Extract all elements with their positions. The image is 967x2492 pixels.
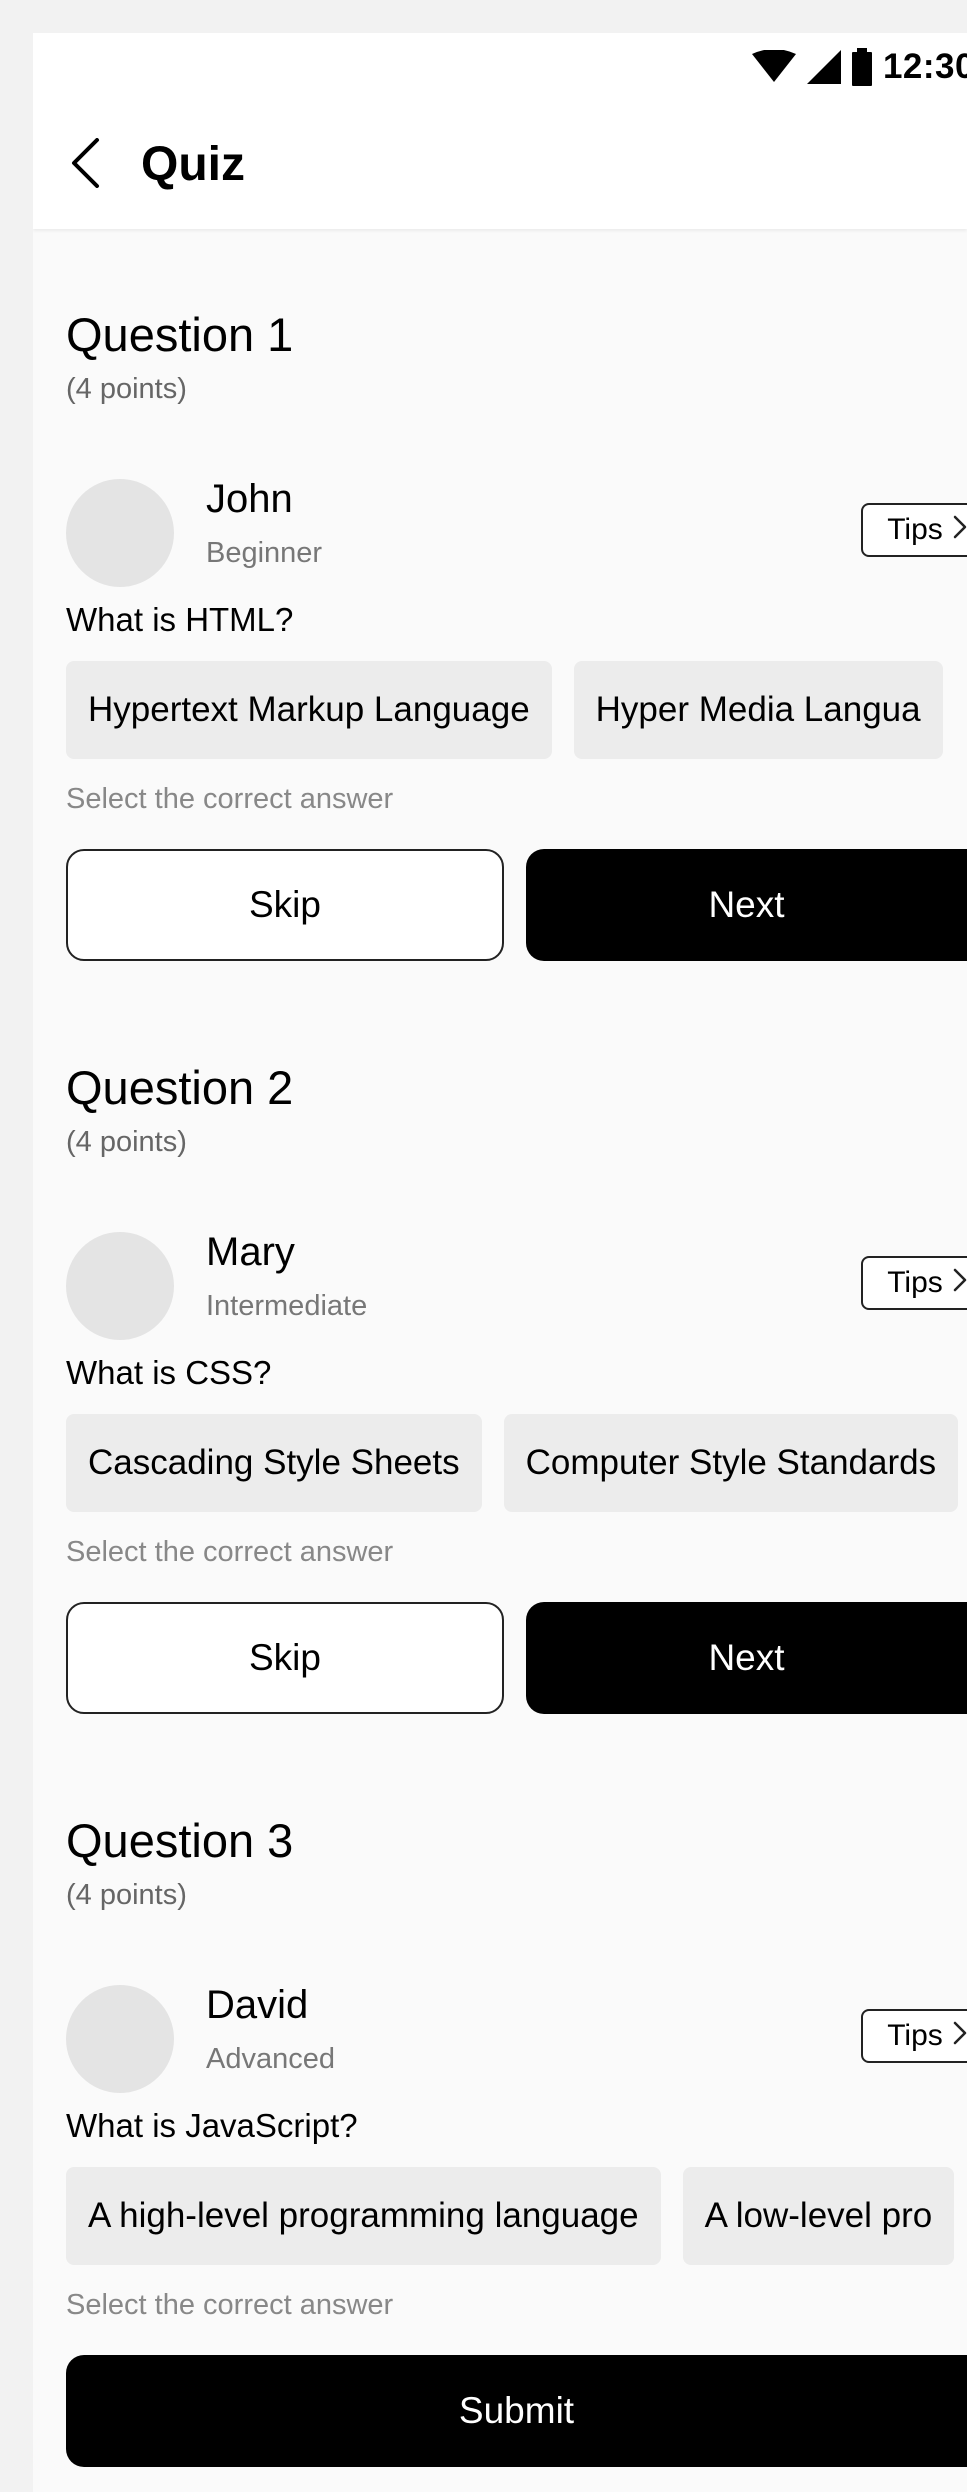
submit-button[interactable]: Submit xyxy=(66,2355,967,2467)
question-points: (4 points) xyxy=(66,1126,187,1158)
status-bar: 12:30 xyxy=(751,43,967,91)
answer-hint: Select the correct answer xyxy=(66,1536,394,1568)
chevron-left-icon xyxy=(70,137,100,193)
question-title: Question 2 xyxy=(66,1061,294,1114)
avatar xyxy=(66,1232,174,1340)
user-level: Advanced xyxy=(206,2043,335,2075)
skip-button[interactable]: Skip xyxy=(66,849,504,961)
signal-icon xyxy=(806,50,841,84)
tips-button[interactable]: Tips xyxy=(861,503,967,557)
tips-label: Tips xyxy=(887,513,943,546)
answer-hint: Select the correct answer xyxy=(66,783,394,815)
question-text: What is JavaScript? xyxy=(66,2107,358,2144)
question-text: What is HTML? xyxy=(66,601,294,638)
back-button[interactable] xyxy=(65,133,105,197)
wifi-icon xyxy=(751,50,797,84)
user-level: Intermediate xyxy=(206,1290,368,1322)
answer-options: Hypertext Markup Language Hyper Media La… xyxy=(66,661,943,759)
question-points: (4 points) xyxy=(66,373,187,405)
answer-option[interactable]: A high-level programming language xyxy=(66,2167,661,2265)
avatar xyxy=(66,479,174,587)
answer-options: Cascading Style Sheets Computer Style St… xyxy=(66,1414,959,1512)
user-name: John xyxy=(206,477,293,521)
user-name: Mary xyxy=(206,1230,295,1274)
question-points: (4 points) xyxy=(66,1879,187,1911)
user-name: David xyxy=(206,1983,309,2027)
answer-hint: Select the correct answer xyxy=(66,2289,394,2321)
answer-option[interactable]: Computer Style Standards xyxy=(503,1414,959,1512)
answer-option[interactable]: A low-level pro xyxy=(682,2167,955,2265)
tips-button[interactable]: Tips xyxy=(861,1256,967,1310)
skip-button[interactable]: Skip xyxy=(66,1602,504,1714)
page-title: Quiz xyxy=(141,138,245,191)
tips-button[interactable]: Tips xyxy=(861,2009,967,2063)
answer-options: A high-level programming language A low-… xyxy=(66,2167,955,2265)
answer-option[interactable]: Cascading Style Sheets xyxy=(66,1414,482,1512)
answer-option[interactable]: Hypertext Markup Language xyxy=(66,661,552,759)
question-title: Question 1 xyxy=(66,308,294,361)
tips-label: Tips xyxy=(887,2019,943,2052)
battery-icon xyxy=(851,48,873,86)
user-level: Beginner xyxy=(206,537,323,569)
chevron-right-icon xyxy=(953,2019,967,2053)
answer-option[interactable]: Hyper Media Langua xyxy=(573,661,943,759)
tips-label: Tips xyxy=(887,1266,943,1299)
chevron-right-icon xyxy=(953,1266,967,1300)
app-bar: 12:30 Quiz xyxy=(33,33,967,229)
question-text: What is CSS? xyxy=(66,1354,272,1391)
question-title: Question 3 xyxy=(66,1814,294,1867)
status-time: 12:30 xyxy=(882,47,967,86)
next-button[interactable]: Next xyxy=(526,849,967,961)
app-screen: 12:30 Quiz Question 1 (4 points) John Be… xyxy=(33,33,967,2492)
chevron-right-icon xyxy=(953,513,967,547)
avatar xyxy=(66,1985,174,2093)
next-button[interactable]: Next xyxy=(526,1602,967,1714)
